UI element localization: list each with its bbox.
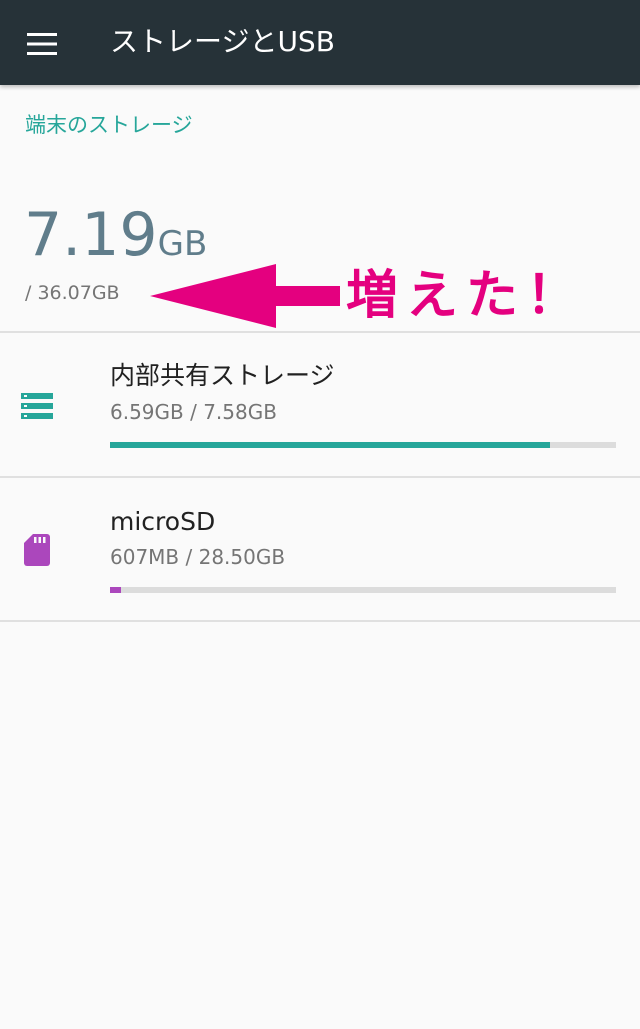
app-bar: ストレージとUSB	[0, 0, 640, 85]
storage-progress-fill	[110, 587, 121, 593]
volume-summary: 6.59GB / 7.58GB	[110, 400, 277, 424]
hamburger-menu-icon	[27, 33, 57, 55]
used-storage-unit: GB	[157, 224, 208, 264]
storage-progress-fill	[110, 442, 551, 448]
annotation-text: 増えた！	[346, 266, 587, 326]
volume-item-internal[interactable]: 内部共有ストレージ 6.59GB / 7.58GB	[0, 333, 640, 475]
volume-summary: 607MB / 28.50GB	[110, 545, 286, 569]
page-title: ストレージとUSB	[110, 25, 335, 58]
total-storage: / 36.07GB	[25, 282, 120, 304]
divider	[0, 620, 640, 622]
volume-item-microsd[interactable]: microSD 607MB / 28.50GB	[0, 478, 640, 620]
sd-card-icon	[24, 534, 50, 566]
section-header-device-storage: 端末のストレージ	[25, 113, 193, 137]
used-storage-value: 7.19	[24, 200, 158, 270]
volume-title: microSD	[110, 507, 216, 536]
left-arrow-icon	[150, 264, 340, 328]
storage-list-icon	[21, 393, 53, 419]
storage-progress-bar	[110, 442, 616, 448]
volume-title: 内部共有ストレージ	[110, 361, 335, 390]
menu-button[interactable]	[18, 20, 66, 68]
storage-progress-bar	[110, 587, 616, 593]
